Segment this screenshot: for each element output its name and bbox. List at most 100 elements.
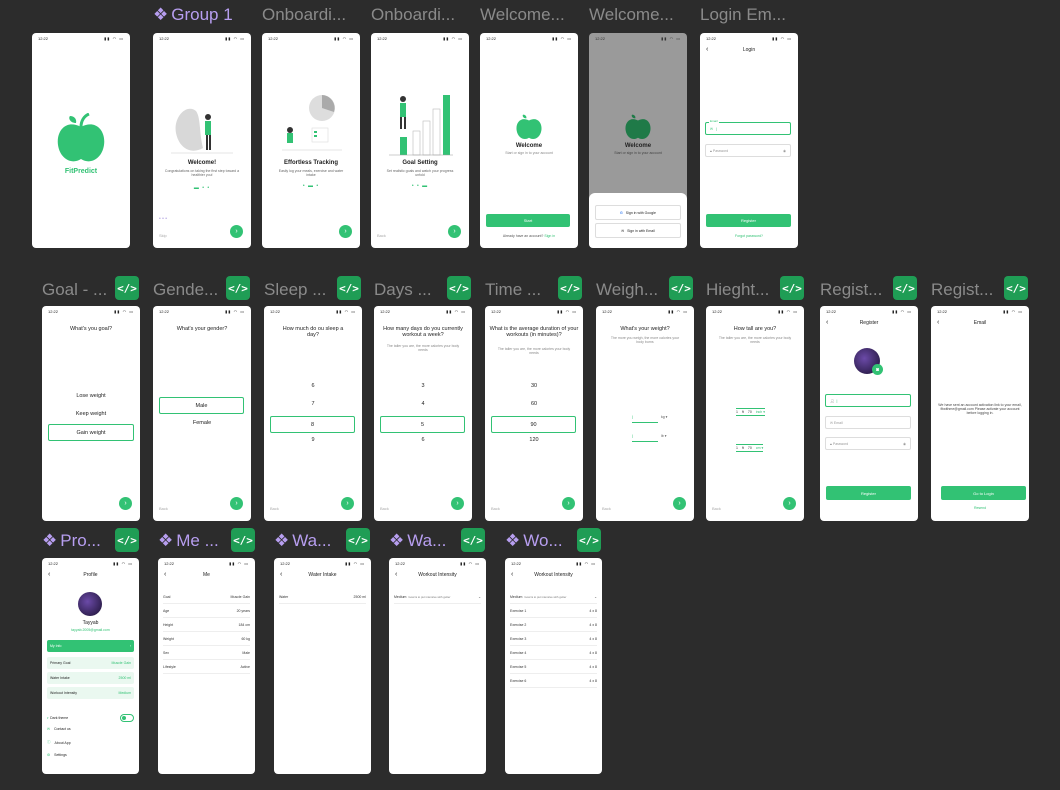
start-button[interactable]: Start [486, 214, 570, 227]
frame-label-register1[interactable]: Regist... [820, 280, 890, 300]
skip-link[interactable]: Skip [159, 233, 167, 238]
picker-option[interactable]: 120 [485, 437, 583, 443]
code-badge-icon[interactable]: </> [231, 528, 255, 552]
back-link[interactable]: Back [377, 233, 386, 238]
intensity-dropdown[interactable]: Medium Goal is to put intensive with gut… [394, 590, 481, 604]
code-badge-icon[interactable]: </> [780, 276, 804, 300]
next-button[interactable]: › [119, 497, 132, 510]
height-picker-imperial[interactable]: 1 ft 70 inch ▾ [736, 408, 765, 416]
back-link[interactable]: Back [380, 506, 389, 511]
weight-input-lb[interactable]: | [632, 433, 658, 442]
water-row[interactable]: Water 2500 ml [279, 590, 366, 604]
frame-label-time[interactable]: Time ... [485, 280, 555, 300]
info-row-goal[interactable]: Goal Muscle Gain [163, 590, 250, 604]
next-button[interactable]: › [230, 225, 243, 238]
frame-label-register2[interactable]: Regist... [931, 280, 1001, 300]
next-button[interactable]: › [562, 497, 575, 510]
my-info-row[interactable]: My Info › [47, 640, 134, 652]
picker-option[interactable]: 9 [264, 437, 362, 443]
code-badge-icon[interactable]: </> [115, 528, 139, 552]
goal-option[interactable]: Keep weight [42, 411, 140, 417]
back-link[interactable]: Back [602, 506, 611, 511]
picker-option[interactable]: 60 [485, 401, 583, 407]
signin-link[interactable]: Sign in [544, 234, 555, 238]
info-row-age[interactable]: Age 20 years [163, 604, 250, 618]
intensity-dropdown[interactable]: Medium Goal is to put intensive with gut… [510, 590, 597, 604]
frame-label-onboarding1[interactable]: Onboardi... [262, 5, 360, 25]
email-field[interactable]: ✉ Email [825, 416, 911, 429]
back-link[interactable]: Back [159, 506, 168, 511]
picker-option[interactable]: 7 [264, 401, 362, 407]
frame-label-weight[interactable]: Weigh... [596, 280, 666, 300]
code-badge-icon[interactable]: </> [669, 276, 693, 300]
code-badge-icon[interactable]: </> [346, 528, 370, 552]
unit-select-kg[interactable]: kg ▾ [661, 415, 667, 419]
info-row-sex[interactable]: Sex Male [163, 646, 250, 660]
eye-icon[interactable]: ◉ [783, 149, 786, 153]
code-badge-icon[interactable]: </> [447, 276, 471, 300]
go-to-login-button[interactable]: Go to Login [941, 486, 1026, 500]
exercise-row[interactable]: Exercise 44 x 8 [510, 646, 597, 660]
back-link[interactable]: Back [491, 506, 500, 511]
camera-icon[interactable]: ◙ [872, 364, 883, 375]
exercise-row[interactable]: Exercise 64 x 8 [510, 674, 597, 688]
goal-option-selected[interactable]: Gain weight [48, 424, 134, 441]
weight-input-kg[interactable]: | [632, 414, 658, 423]
next-button[interactable]: › [341, 497, 354, 510]
frame-label-login[interactable]: Login Em... [700, 5, 798, 25]
picker-option-selected[interactable]: 8 [270, 416, 355, 433]
frame-label-workout-intensity[interactable]: ❖ Wa... [389, 531, 459, 551]
frame-label-group1[interactable]: ❖ Group 1 [153, 5, 233, 25]
frame-label-height[interactable]: Hieght... [706, 280, 778, 300]
back-link[interactable]: Back [712, 506, 721, 511]
picker-option[interactable]: 6 [264, 383, 362, 389]
forgot-password-link[interactable]: Forgot password? [700, 234, 798, 238]
info-row-height[interactable]: Height 184 cm [163, 618, 250, 632]
frame-label-profile[interactable]: ❖ Pro... [42, 531, 112, 551]
exercise-row[interactable]: Exercise 54 x 8 [510, 660, 597, 674]
exercise-row[interactable]: Exercise 24 x 8 [510, 618, 597, 632]
code-badge-icon[interactable]: </> [337, 276, 361, 300]
exercise-row[interactable]: Exercise 14 x 8 [510, 604, 597, 618]
google-signin-button[interactable]: G Sign in with Google [595, 205, 681, 220]
frame-label-gender[interactable]: Gende... [153, 280, 223, 300]
picker-option-selected[interactable]: 5 [380, 416, 465, 433]
code-badge-icon[interactable]: </> [1004, 276, 1028, 300]
picker-option[interactable]: 3 [374, 383, 472, 389]
password-field[interactable]: 🔒︎ Password ◉ [825, 437, 911, 450]
frame-label-sleep[interactable]: Sleep ... [264, 280, 334, 300]
code-badge-icon[interactable]: </> [461, 528, 485, 552]
next-button[interactable]: › [783, 497, 796, 510]
picker-option[interactable]: 4 [374, 401, 472, 407]
frame-label-workout[interactable]: ❖ Wo... [505, 531, 575, 551]
frame-label-goal[interactable]: Goal - ... [42, 280, 112, 300]
workout-intensity-row[interactable]: Workout Intensity Medium [47, 687, 134, 699]
code-badge-icon[interactable]: </> [558, 276, 582, 300]
code-badge-icon[interactable]: </> [226, 276, 250, 300]
goal-option[interactable]: Lose weight [42, 393, 140, 399]
frame-label-me[interactable]: ❖ Me ... [158, 531, 228, 551]
next-button[interactable]: › [673, 497, 686, 510]
frame-label-welcome2[interactable]: Welcome... [589, 5, 687, 25]
next-button[interactable]: › [448, 225, 461, 238]
register-button[interactable]: Register [826, 486, 911, 500]
height-picker-metric[interactable]: 1 ft 70 cm ▾ [736, 444, 764, 452]
resend-link[interactable]: Resend [931, 506, 1029, 510]
info-row-lifestyle[interactable]: Lifestyle Active [163, 660, 250, 674]
next-button[interactable]: › [230, 497, 243, 510]
name-field[interactable]: 👤︎ | [825, 394, 911, 407]
picker-option[interactable]: 6 [374, 437, 472, 443]
gender-option[interactable]: Female [153, 420, 251, 426]
unit-select-lb[interactable]: lb ▾ [661, 434, 666, 438]
next-button[interactable]: › [339, 225, 352, 238]
picker-option[interactable]: 30 [485, 383, 583, 389]
about-app-row[interactable]: ⓘ About App [47, 740, 71, 745]
frame-label-days[interactable]: Days ... [374, 280, 444, 300]
frame-label-onboarding2[interactable]: Onboardi... [371, 5, 469, 25]
info-row-weight[interactable]: Weight 60 kg [163, 632, 250, 646]
code-badge-icon[interactable]: </> [115, 276, 139, 300]
water-intake-row[interactable]: Water Intake 2500 ml [47, 672, 134, 684]
next-button[interactable]: › [451, 497, 464, 510]
code-badge-icon[interactable]: </> [893, 276, 917, 300]
email-field[interactable]: ✉ | [705, 122, 791, 135]
